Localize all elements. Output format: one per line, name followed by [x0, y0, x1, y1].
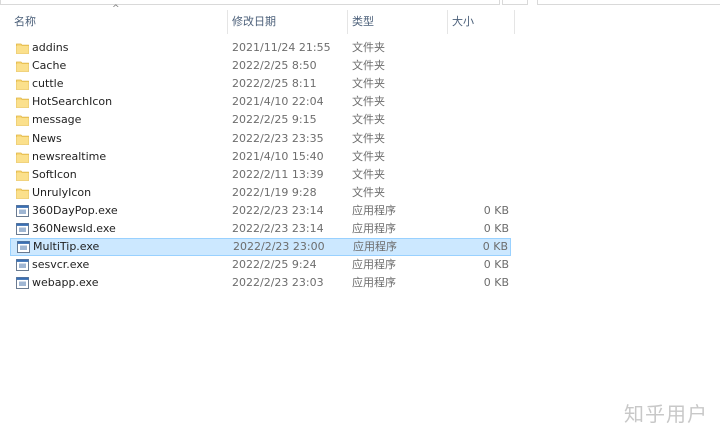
file-row[interactable]: message 2022/2/25 9:15 文件夹	[10, 111, 511, 129]
exe-icon	[16, 204, 29, 217]
refresh-button[interactable]	[502, 0, 528, 5]
file-type: 应用程序	[352, 276, 396, 290]
file-name: addins	[32, 41, 69, 54]
column-header: ^ 名称 修改日期 类型 大小	[0, 4, 720, 34]
file-modified-date: 2022/2/25 8:11	[232, 77, 317, 91]
file-type: 文件夹	[352, 167, 385, 181]
file-modified-date: 2022/2/23 23:35	[232, 131, 324, 145]
file-row[interactable]: MultiTip.exe 2022/2/23 23:00 应用程序 0 KB	[10, 238, 511, 257]
file-row[interactable]: News 2022/2/23 23:35 文件夹	[10, 130, 511, 148]
exe-icon	[16, 277, 29, 290]
file-type: 文件夹	[352, 77, 385, 91]
file-modified-date: 2022/2/11 13:39	[232, 167, 324, 181]
folder-icon	[16, 151, 29, 163]
file-size: 0 KB	[483, 276, 509, 290]
file-row[interactable]: Cache 2022/2/25 8:50 文件夹	[10, 57, 511, 75]
file-type: 文件夹	[352, 113, 385, 127]
folder-icon	[16, 78, 29, 91]
column-header-size[interactable]: 大小	[448, 10, 515, 34]
file-name: Cache	[32, 59, 67, 73]
file-modified-date: 2022/1/19 9:28	[232, 185, 317, 199]
file-modified-date: 2021/4/10 22:04	[232, 95, 324, 109]
file-type: 应用程序	[353, 240, 397, 254]
file-name: UnrulyIcon	[32, 185, 92, 199]
folder-icon	[16, 60, 29, 72]
watermark: 知乎用户	[624, 402, 708, 426]
file-size: 0 KB	[483, 258, 509, 272]
exe-icon	[16, 223, 29, 235]
file-name: HotSearchIcon	[32, 95, 113, 109]
exe-icon	[17, 241, 30, 254]
file-row[interactable]: addins 2021/11/24 21:55 文件夹	[10, 39, 511, 57]
file-type: 文件夹	[352, 131, 385, 145]
file-row[interactable]: 360Newsld.exe 2022/2/23 23:14 应用程序 0 KB	[10, 220, 511, 238]
file-size: 0 KB	[483, 222, 509, 235]
file-type: 应用程序	[352, 203, 396, 217]
search-box[interactable]	[537, 0, 720, 5]
file-row[interactable]: 360DayPop.exe 2022/2/23 23:14 应用程序 0 KB	[10, 202, 511, 220]
file-type: 文件夹	[352, 41, 385, 54]
file-name: newsrealtime	[32, 149, 107, 163]
address-bar[interactable]	[0, 0, 500, 5]
column-header-modified[interactable]: 修改日期	[228, 10, 348, 34]
folder-icon	[16, 187, 29, 199]
file-row[interactable]: newsrealtime 2021/4/10 15:40 文件夹	[10, 148, 511, 166]
file-name: 360DayPop.exe	[32, 203, 118, 217]
file-size: 0 KB	[482, 240, 508, 254]
file-modified-date: 2022/2/23 23:00	[233, 240, 325, 254]
file-name: MultiTip.exe	[33, 240, 100, 254]
file-name: News	[32, 131, 62, 145]
folder-icon	[16, 133, 29, 145]
file-name: 360Newsld.exe	[32, 222, 116, 235]
file-row[interactable]: sesvcr.exe 2022/2/25 9:24 应用程序 0 KB	[10, 256, 511, 274]
file-size: 0 KB	[483, 203, 509, 217]
toolbar-strip	[0, 0, 720, 6]
file-row[interactable]: webapp.exe 2022/2/23 23:03 应用程序 0 KB	[10, 274, 511, 292]
file-modified-date: 2022/2/25 8:50	[232, 59, 317, 73]
file-type: 文件夹	[352, 95, 385, 109]
file-type: 文件夹	[352, 59, 385, 73]
file-modified-date: 2022/2/25 9:15	[232, 113, 317, 127]
folder-icon	[16, 114, 29, 127]
file-modified-date: 2022/2/23 23:14	[232, 222, 324, 235]
file-type: 应用程序	[352, 258, 396, 272]
file-name: SoftIcon	[32, 167, 77, 181]
file-name: sesvcr.exe	[32, 258, 90, 272]
file-row[interactable]: cuttle 2022/2/25 8:11 文件夹	[10, 75, 511, 93]
exe-icon	[16, 259, 29, 272]
file-name: cuttle	[32, 77, 64, 91]
file-row[interactable]: SoftIcon 2022/2/11 13:39 文件夹	[10, 166, 511, 184]
folder-icon	[16, 96, 29, 109]
file-modified-date: 2021/4/10 15:40	[232, 149, 324, 163]
folder-icon	[16, 42, 29, 54]
file-name: message	[32, 113, 82, 127]
file-row[interactable]: HotSearchIcon 2021/4/10 22:04 文件夹	[10, 93, 511, 111]
file-type: 文件夹	[352, 149, 385, 163]
file-name: webapp.exe	[32, 276, 99, 290]
file-modified-date: 2022/2/23 23:03	[232, 276, 324, 290]
file-type: 文件夹	[352, 185, 385, 199]
file-modified-date: 2021/11/24 21:55	[232, 41, 331, 54]
file-modified-date: 2022/2/23 23:14	[232, 203, 324, 217]
column-header-type[interactable]: 类型	[348, 10, 448, 34]
file-type: 应用程序	[352, 222, 396, 235]
folder-icon	[16, 169, 29, 181]
column-header-name[interactable]: 名称	[10, 10, 228, 34]
file-row[interactable]: UnrulyIcon 2022/1/19 9:28 文件夹	[10, 184, 511, 202]
file-modified-date: 2022/2/25 9:24	[232, 258, 317, 272]
